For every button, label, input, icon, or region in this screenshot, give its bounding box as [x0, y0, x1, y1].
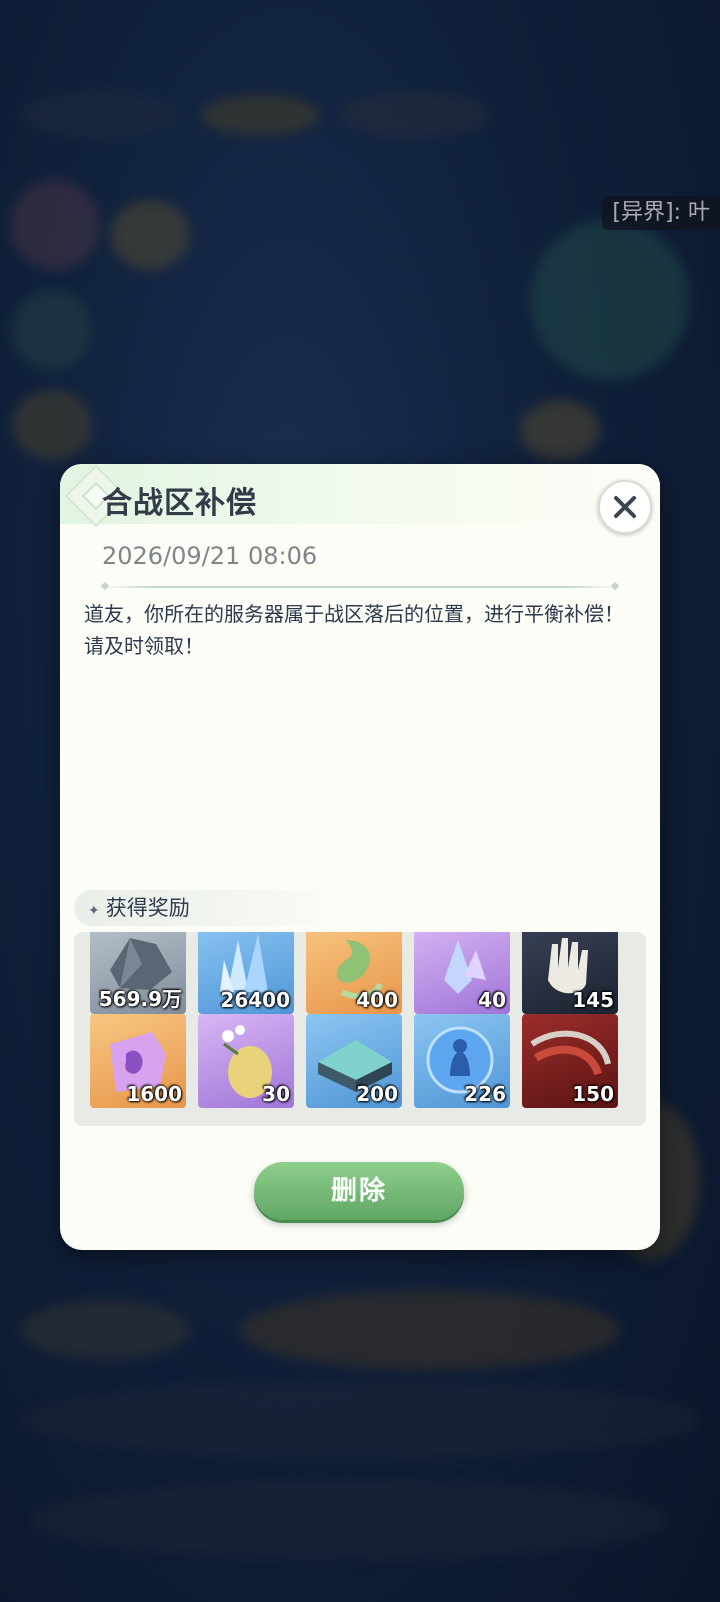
mail-dialog: 合战区补偿 2026/09/21 08:06 道友，你所在的服务器属于战区落后的… [60, 464, 660, 1250]
reward-count: 569.9万 [98, 987, 182, 1011]
delete-button[interactable]: 删除 [254, 1162, 464, 1220]
mail-message: 道友，你所在的服务器属于战区落后的位置，进行平衡补偿！请及时领取！ [84, 602, 624, 658]
reward-count: 1600 [126, 1082, 182, 1106]
close-button[interactable] [598, 480, 652, 534]
reward-count: 200 [356, 1082, 398, 1106]
reward-item-hand[interactable]: 145 [522, 932, 618, 1014]
reward-item-purple-stone[interactable]: 1600 [90, 1014, 186, 1108]
reward-count: 145 [572, 988, 614, 1012]
reward-count: 150 [572, 1082, 614, 1106]
close-icon [614, 496, 636, 518]
mail-title: 合战区补偿 [102, 486, 257, 521]
mail-date: 2026/09/21 08:06 [102, 542, 318, 570]
reward-count: 226 [464, 1082, 506, 1106]
reward-item-chest[interactable]: 200 [306, 1014, 402, 1108]
reward-count: 30 [262, 1082, 290, 1106]
reward-item-purple-crystal[interactable]: 40 [414, 932, 510, 1014]
reward-item-fruit[interactable]: 30 [198, 1014, 294, 1108]
reward-item-ore[interactable]: 569.9万 [90, 932, 186, 1014]
reward-count: 26400 [220, 988, 290, 1012]
reward-item-red-swirl[interactable]: 150 [522, 1014, 618, 1108]
sparkle-icon: ✦ [88, 903, 100, 919]
reward-count: 400 [356, 988, 398, 1012]
reward-item-leaf[interactable]: 400 [306, 932, 402, 1014]
divider [102, 586, 618, 588]
reward-item-blue-crystal[interactable]: 26400 [198, 932, 294, 1014]
rewards-label: ✦ 获得奖励 [74, 890, 348, 926]
rewards-label-text: 获得奖励 [105, 896, 190, 920]
reward-count: 40 [478, 988, 506, 1012]
reward-grid: 569.9万 26400 400 40 145 1600 30 200 226 … [74, 932, 646, 1126]
reward-item-spirit-orb[interactable]: 226 [414, 1014, 510, 1108]
